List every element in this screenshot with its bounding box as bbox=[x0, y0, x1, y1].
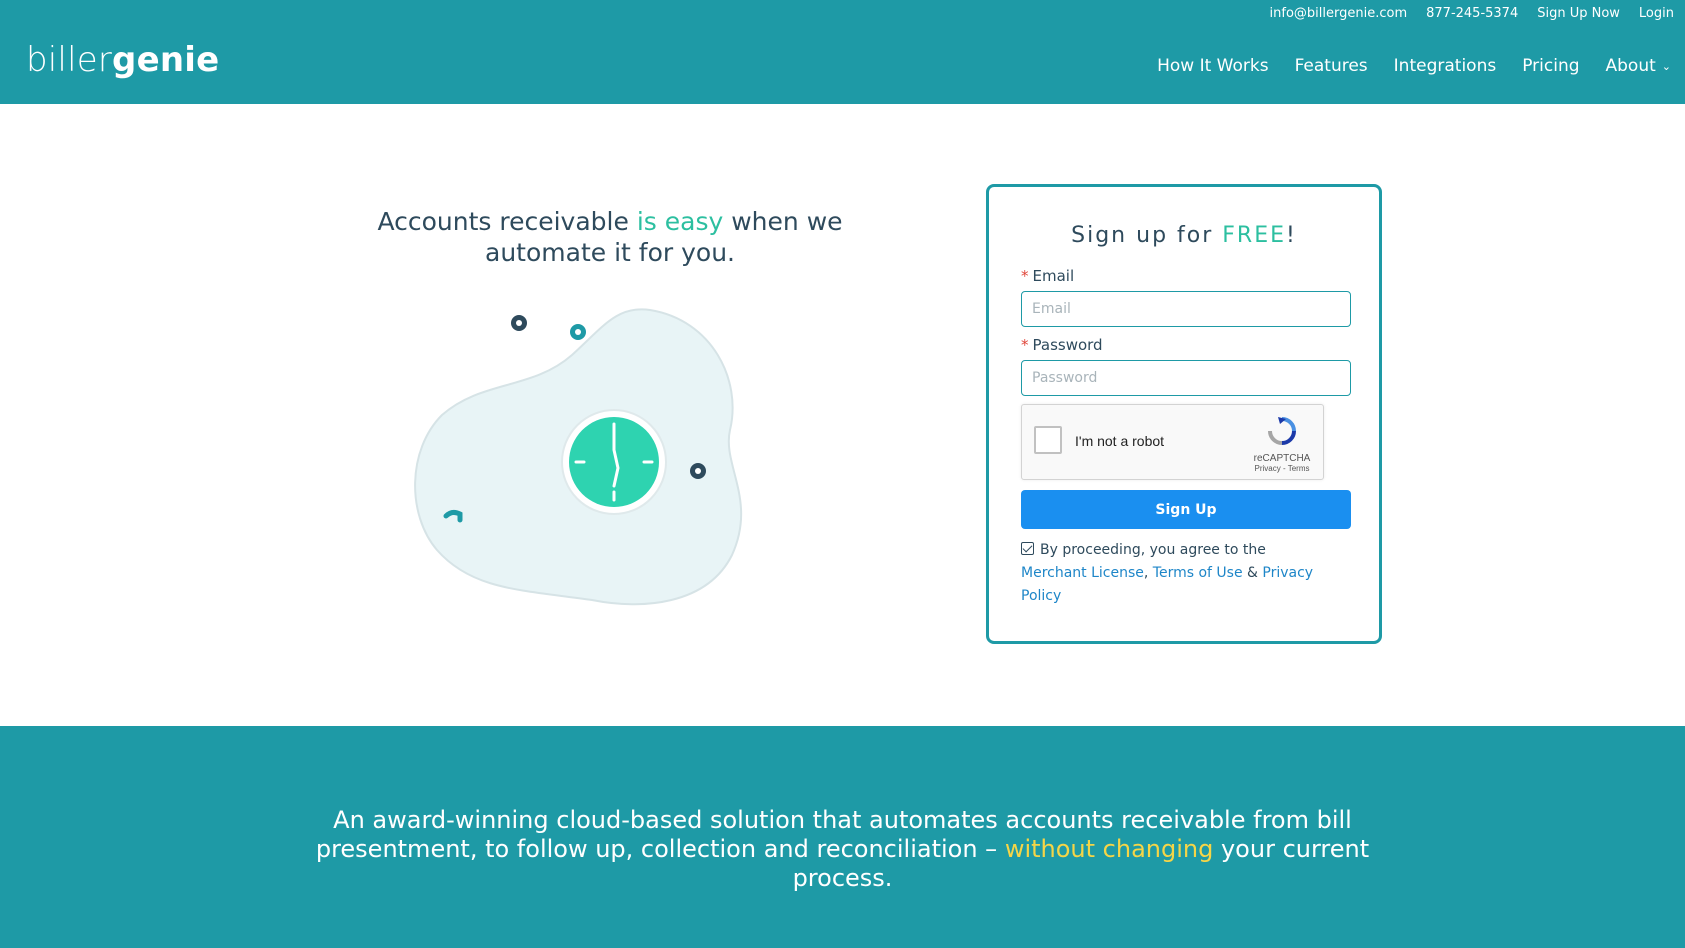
recaptcha-checkbox[interactable] bbox=[1034, 426, 1062, 454]
nav-integrations[interactable]: Integrations bbox=[1394, 56, 1497, 76]
password-label-text: Password bbox=[1032, 336, 1103, 354]
nav-integrations-label: Integrations bbox=[1393, 56, 1497, 76]
signup-now-link[interactable]: Sign Up Now bbox=[1537, 6, 1620, 21]
band-text-accent: without changing bbox=[1004, 835, 1214, 863]
email-input[interactable] bbox=[1021, 291, 1351, 327]
agreement-text: By proceeding, you agree to the Merchant… bbox=[1021, 539, 1351, 608]
billergenie-logo[interactable]: billergenie bbox=[26, 40, 219, 80]
chevron-down-icon: ⌄ bbox=[1661, 59, 1671, 73]
signup-title-part1: Sign up for bbox=[1071, 223, 1223, 248]
signup-title-part2: ! bbox=[1286, 223, 1297, 248]
nav-features-label: Features bbox=[1294, 56, 1368, 76]
sign-up-button[interactable]: Sign Up bbox=[1021, 490, 1351, 529]
value-proposition-text: An award-winning cloud-based solution th… bbox=[300, 806, 1385, 893]
nav-how-it-works-label: How It Works bbox=[1157, 56, 1269, 76]
nav-features[interactable]: Features bbox=[1295, 56, 1368, 76]
recaptcha-widget: I'm not a robot reCAPTCHA Privacy - Term… bbox=[1021, 404, 1324, 480]
hero-heading: Accounts receivable is easy when we auto… bbox=[340, 206, 880, 268]
value-proposition-band: An award-winning cloud-based solution th… bbox=[0, 726, 1685, 948]
nav-how-it-works[interactable]: How It Works bbox=[1157, 56, 1268, 76]
recaptcha-label: I'm not a robot bbox=[1075, 433, 1165, 449]
password-label: * Password bbox=[1021, 336, 1103, 354]
recaptcha-icon bbox=[1268, 417, 1296, 445]
hero-heading-accent: is easy bbox=[636, 207, 724, 236]
top-utility-bar: info@billergenie.com 877-245-5374 Sign U… bbox=[1270, 6, 1674, 21]
login-link[interactable]: Login bbox=[1639, 6, 1674, 21]
contact-email-link[interactable]: info@billergenie.com bbox=[1270, 6, 1408, 21]
site-header: info@billergenie.com 877-245-5374 Sign U… bbox=[0, 0, 1685, 104]
email-label: * Email bbox=[1021, 267, 1074, 285]
clock-illustration bbox=[414, 308, 743, 606]
recaptcha-brand: reCAPTCHA bbox=[1253, 453, 1311, 464]
main-nav: How It Works Features Integrations Prici… bbox=[1157, 56, 1671, 76]
logo-text-genie: genie bbox=[112, 40, 220, 80]
nav-pricing[interactable]: Pricing bbox=[1522, 56, 1579, 76]
logo-text-biller: biller bbox=[26, 40, 113, 80]
agreement-ampersand: & bbox=[1247, 565, 1258, 581]
contact-phone-link[interactable]: 877-245-5374 bbox=[1426, 6, 1518, 21]
recaptcha-links[interactable]: Privacy - Terms bbox=[1251, 464, 1313, 473]
recaptcha-logo: reCAPTCHA Privacy - Terms bbox=[1251, 415, 1313, 473]
nav-about[interactable]: About ⌄ bbox=[1606, 56, 1671, 76]
agreement-comma: , bbox=[1143, 565, 1149, 581]
agreement-checkbox[interactable] bbox=[1021, 542, 1034, 555]
agreement-intro: By proceeding, you agree to the bbox=[1040, 542, 1266, 558]
merchant-license-link[interactable]: Merchant License bbox=[1021, 565, 1144, 581]
signup-card-title: Sign up for FREE! bbox=[989, 223, 1379, 248]
signup-card: Sign up for FREE! *Email *Password I'm n… bbox=[986, 184, 1382, 644]
hero-heading-part1: Accounts receivable bbox=[377, 207, 637, 236]
email-label-text: Email bbox=[1032, 267, 1075, 285]
nav-about-label: About bbox=[1605, 56, 1656, 76]
required-asterisk: * bbox=[1021, 336, 1029, 354]
nav-pricing-label: Pricing bbox=[1522, 56, 1580, 76]
terms-of-use-link[interactable]: Terms of Use bbox=[1153, 565, 1243, 581]
password-input[interactable] bbox=[1021, 360, 1351, 396]
signup-title-accent: FREE bbox=[1222, 223, 1287, 248]
required-asterisk: * bbox=[1021, 267, 1029, 285]
